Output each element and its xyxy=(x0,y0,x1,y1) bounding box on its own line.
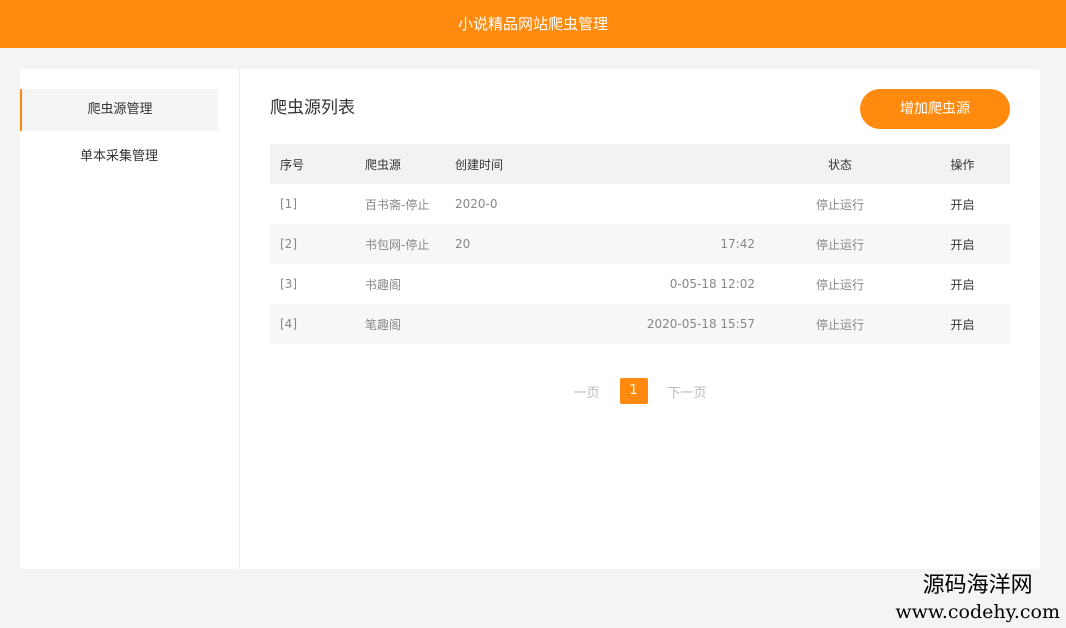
row-created xyxy=(445,264,605,304)
table-header-row: 序号 爬虫源 创建时间 状态 操作 xyxy=(270,144,1010,184)
watermark-url: www.codehy.com xyxy=(895,601,1060,623)
watermark: 源码海洋网 www.codehy.com xyxy=(895,572,1060,624)
column-header-index: 序号 xyxy=(270,144,355,184)
row-status: 停止运行 xyxy=(765,224,915,264)
column-header-action: 操作 xyxy=(915,144,1010,184)
row-status: 停止运行 xyxy=(815,197,864,212)
table-row: [2] 书包网-停止 20 17:42 停止运行 开启 xyxy=(270,224,1010,264)
sidebar: 爬虫源管理 单本采集管理 xyxy=(20,69,240,569)
watermark-name: 源码海洋网 xyxy=(922,573,1033,598)
column-header-source: 爬虫源 xyxy=(355,144,445,184)
add-crawler-source-button[interactable]: 增加爬虫源 xyxy=(860,89,1010,129)
table-row: [3] 书趣阁 0-05-18 12:02 停止运行 开启 xyxy=(270,264,1010,304)
site-title: 小说精品网站爬虫管理 xyxy=(457,15,608,33)
row-source: 书包网-停止 xyxy=(355,224,445,264)
table-row: [1] 百书斋-停止 2020-0 停止运行 开启 xyxy=(270,184,1010,224)
row-index: [2] xyxy=(270,224,355,264)
row-status: 停止运行 xyxy=(765,304,915,344)
row-start-action[interactable]: 开启 xyxy=(915,184,1010,224)
sidebar-item-label: 单本采集管理 xyxy=(79,149,158,164)
row-source: 百书斋-停止 xyxy=(365,197,430,212)
column-header-created: 创建时间 xyxy=(445,144,605,184)
row-updated: 0-05-18 12:02 xyxy=(669,277,755,291)
page-title: 爬虫源列表 xyxy=(270,98,355,118)
crawler-source-table: 序号 爬虫源 创建时间 状态 操作 [1] 百书斋-停止 2020-0 停止运行… xyxy=(270,144,1010,344)
row-updated xyxy=(605,184,765,224)
main-panel: 爬虫源列表 增加爬虫源 序号 爬虫源 创建时间 状态 操作 [1] 百书斋-停止… xyxy=(270,69,1010,569)
sidebar-item-crawler-sources[interactable]: 爬虫源管理 xyxy=(20,89,218,131)
row-start-action[interactable]: 开启 xyxy=(915,264,1010,304)
table-row: [4] 笔趣阁 2020-05-18 15:57 停止运行 开启 xyxy=(270,304,1010,344)
row-start-action[interactable]: 开启 xyxy=(915,224,1010,264)
row-status: 停止运行 xyxy=(815,277,864,292)
row-source: 书趣阁 xyxy=(365,277,402,292)
column-header-status: 状态 xyxy=(765,144,915,184)
pagination: 一页 1 下一页 xyxy=(270,377,1010,405)
row-source: 笔趣阁 xyxy=(355,304,445,344)
prev-page-link[interactable]: 一页 xyxy=(573,382,599,401)
row-created xyxy=(445,304,605,344)
sidebar-item-label: 爬虫源管理 xyxy=(87,102,153,117)
next-page-link[interactable]: 下一页 xyxy=(668,382,707,401)
row-index: [1] xyxy=(280,197,297,211)
content-card: 爬虫源管理 单本采集管理 爬虫源列表 增加爬虫源 序号 爬虫源 创建时间 状态 … xyxy=(20,69,1040,569)
row-updated: 2020-05-18 15:57 xyxy=(605,304,765,344)
column-header-updated xyxy=(605,144,765,184)
row-created: 20 xyxy=(445,224,605,264)
row-start-action[interactable]: 开启 xyxy=(915,304,1010,344)
top-header-bar: 小说精品网站爬虫管理 xyxy=(0,0,1066,48)
row-updated: 17:42 xyxy=(605,224,765,264)
row-created: 2020-0 xyxy=(455,197,498,211)
sidebar-item-single-book[interactable]: 单本采集管理 xyxy=(20,136,218,178)
row-index: [4] xyxy=(270,304,355,344)
row-index: [3] xyxy=(280,277,297,291)
page-number-current[interactable]: 1 xyxy=(619,378,648,404)
